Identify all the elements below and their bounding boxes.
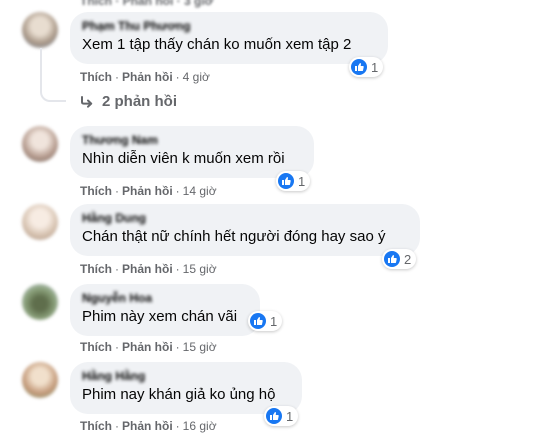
comment-bubble: Thương Nam Nhìn diễn viên k muốn xem rồi: [70, 126, 314, 178]
separator: ·: [175, 340, 180, 354]
like-reaction-icon: [278, 173, 294, 189]
comment-actions: Thích · Phản hồi · 15 giờ: [80, 340, 217, 354]
like-link[interactable]: Thích: [80, 340, 112, 354]
like-reaction-icon: [250, 313, 266, 329]
comment-time[interactable]: 15 giờ: [183, 340, 217, 354]
reaction-number: 1: [270, 313, 278, 329]
like-reaction-icon: [351, 59, 367, 75]
avatar[interactable]: [22, 362, 58, 398]
comment-author[interactable]: Hằng Hằng: [82, 369, 145, 383]
comment-actions: Thích · Phản hồi · 16 giờ: [80, 419, 217, 433]
comment-time[interactable]: 15 giờ: [183, 262, 217, 276]
separator: ·: [175, 419, 180, 433]
reaction-number: 2: [404, 251, 412, 267]
avatar[interactable]: [22, 204, 58, 240]
comment-time[interactable]: 14 giờ: [183, 184, 217, 198]
separator: ·: [175, 70, 180, 84]
reply-link[interactable]: Phản hồi: [122, 340, 173, 354]
comment-text: Phim này xem chán vãi: [82, 308, 238, 325]
like-reaction-icon: [384, 251, 400, 267]
reply-link[interactable]: Phản hồi: [122, 419, 173, 433]
reaction-count[interactable]: 1: [264, 406, 299, 426]
comment-time[interactable]: 16 giờ: [183, 419, 217, 433]
comment-bubble: Hằng Dung Chán thật nữ chính hết người đ…: [70, 204, 420, 256]
like-link[interactable]: Thích: [80, 419, 112, 433]
comment-author[interactable]: Thương Nam: [82, 133, 158, 147]
view-replies-link[interactable]: 2 phản hồi: [80, 93, 177, 110]
reaction-count[interactable]: 1: [276, 171, 311, 191]
comment-text: Phim nay khán giả ko ủng hộ: [82, 386, 276, 403]
reaction-number: 1: [298, 173, 306, 189]
like-link[interactable]: Thích: [80, 184, 112, 198]
comment-actions: Thích · Phản hồi · 14 giờ: [80, 184, 217, 198]
separator: ·: [115, 419, 119, 433]
comment-bubble: Phạm Thu Phương Xem 1 tập thấy chán ko m…: [70, 12, 388, 64]
like-link[interactable]: Thích: [80, 262, 112, 276]
reaction-count[interactable]: 2: [382, 249, 417, 269]
comment-author[interactable]: Phạm Thu Phương: [82, 19, 191, 33]
reaction-number: 1: [286, 408, 294, 424]
avatar[interactable]: [22, 126, 58, 162]
comment-actions: Thích · Phản hồi · 4 giờ: [80, 70, 210, 84]
comment-bubble: Nguyễn Hoa Phim này xem chán vãi: [70, 284, 260, 336]
separator: ·: [115, 340, 119, 354]
previous-comment-actions: Thích · Phản hồi · 3 giờ: [80, 0, 214, 8]
reply-link[interactable]: Phản hồi: [122, 184, 173, 198]
comment-actions: Thích · Phản hồi · 15 giờ: [80, 262, 217, 276]
reaction-count[interactable]: 1: [349, 57, 384, 77]
separator: ·: [175, 262, 180, 276]
comment-text: Xem 1 tập thấy chán ko muốn xem tập 2: [82, 36, 352, 53]
comment-time[interactable]: 4 giờ: [183, 70, 210, 84]
separator: ·: [115, 184, 119, 198]
comment-text: Chán thật nữ chính hết người đóng hay sa…: [82, 228, 386, 245]
like-link[interactable]: Thích: [80, 70, 112, 84]
avatar[interactable]: [22, 12, 58, 48]
reply-arrow-icon: [81, 95, 93, 108]
separator: ·: [115, 70, 119, 84]
reply-link[interactable]: Phản hồi: [122, 262, 173, 276]
comment-bubble: Hằng Hằng Phim nay khán giả ko ủng hộ: [70, 362, 302, 414]
comment-text: Nhìn diễn viên k muốn xem rồi: [82, 150, 285, 167]
avatar[interactable]: [22, 284, 58, 320]
reaction-count[interactable]: 1: [248, 311, 283, 331]
reaction-number: 1: [371, 59, 379, 75]
reply-thread-line: [40, 48, 66, 102]
comment-author[interactable]: Hằng Dung: [82, 211, 146, 225]
like-reaction-icon: [266, 408, 282, 424]
separator: ·: [175, 184, 180, 198]
reply-link[interactable]: Phản hồi: [122, 70, 173, 84]
separator: ·: [115, 262, 119, 276]
replies-label: 2 phản hồi: [102, 93, 177, 110]
comment-author[interactable]: Nguyễn Hoa: [82, 291, 152, 305]
